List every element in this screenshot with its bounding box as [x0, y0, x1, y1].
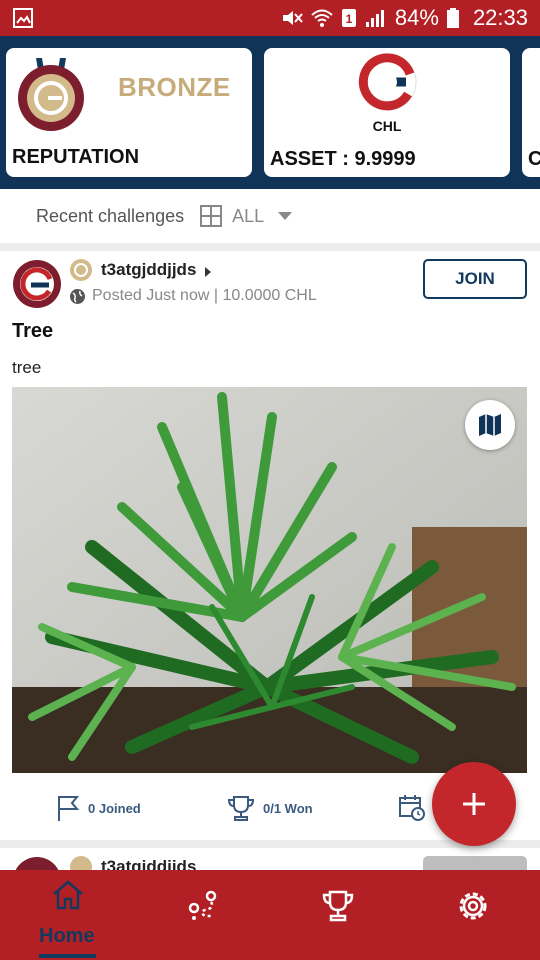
challenge-card: t3atgjddjjds Posted Just now | 10.0000 C… [0, 251, 540, 840]
svg-text:1: 1 [346, 12, 353, 26]
chl-logo-icon [358, 53, 417, 111]
post-meta: Posted Just now | 10.0000 CHL [92, 287, 317, 304]
nav-trophies[interactable] [270, 870, 405, 960]
challenge-photo[interactable] [12, 387, 527, 773]
sim-icon: 1 [341, 9, 356, 27]
status-bar: 1 84% 22:33 [0, 0, 540, 36]
reputation-card[interactable]: BRONZE REPUTATION [6, 48, 252, 177]
join-button[interactable]: JOIN [423, 259, 527, 299]
map-button[interactable] [465, 400, 515, 450]
asset-card[interactable]: CHL ASSET : 9.9999 [264, 48, 510, 177]
home-icon [53, 880, 83, 910]
battery-percent: 84% [394, 5, 439, 30]
bronze-badge-icon [70, 259, 92, 281]
route-icon [188, 890, 216, 920]
calendar-clock-icon [399, 795, 425, 821]
reputation-title: REPUTATION [12, 146, 140, 168]
currency-label: CHL [372, 118, 402, 134]
wifi-icon [311, 9, 333, 27]
reputation-badge-icon [18, 58, 84, 131]
partial-card[interactable]: C [522, 48, 540, 177]
gear-icon [459, 892, 486, 920]
plant-image [12, 387, 527, 773]
joined-stat[interactable]: 0 Joined [56, 794, 141, 822]
create-challenge-button[interactable] [432, 762, 516, 846]
mute-icon [282, 11, 303, 25]
active-tab-indicator [39, 954, 96, 958]
trophy-icon [227, 796, 255, 821]
schedule-stat[interactable] [398, 794, 426, 822]
challenge-filter: Recent challenges ALL [0, 189, 540, 243]
won-count: 0/1 Won [263, 800, 313, 816]
map-icon [479, 414, 501, 436]
challenge-description: tree [12, 358, 42, 377]
avatar[interactable] [12, 259, 62, 309]
chevron-right-icon [205, 267, 211, 277]
signal-icon [365, 10, 384, 27]
plus-icon [463, 793, 485, 815]
challenge-title: Tree [12, 320, 54, 342]
won-stat[interactable]: 0/1 Won [227, 794, 313, 822]
grid-icon[interactable] [200, 205, 223, 227]
asset-value: ASSET : 9.9999 [270, 148, 416, 170]
globe-icon [70, 289, 85, 304]
flag-icon [58, 796, 80, 821]
filter-label: Recent challenges [36, 205, 185, 226]
gallery-icon [13, 8, 33, 28]
chevron-down-icon[interactable] [278, 212, 293, 220]
nav-settings[interactable] [405, 870, 540, 960]
post-username[interactable]: t3atgjddjjds [101, 260, 196, 280]
nav-home-label: Home [39, 925, 95, 947]
partial-card-text: C [528, 148, 540, 170]
filter-selected[interactable]: ALL [232, 206, 264, 227]
reputation-level: BRONZE [118, 72, 231, 102]
bottom-navigation: Home [0, 870, 540, 960]
nav-home[interactable]: Home [0, 870, 135, 960]
profile-header: BRONZE REPUTATION CHL ASSET : 9.9999 C [0, 36, 540, 189]
joined-count: 0 Joined [88, 800, 141, 816]
clock: 22:33 [472, 5, 528, 30]
battery-icon [446, 8, 459, 28]
nav-routes[interactable] [135, 870, 270, 960]
trophy-icon [322, 890, 353, 922]
